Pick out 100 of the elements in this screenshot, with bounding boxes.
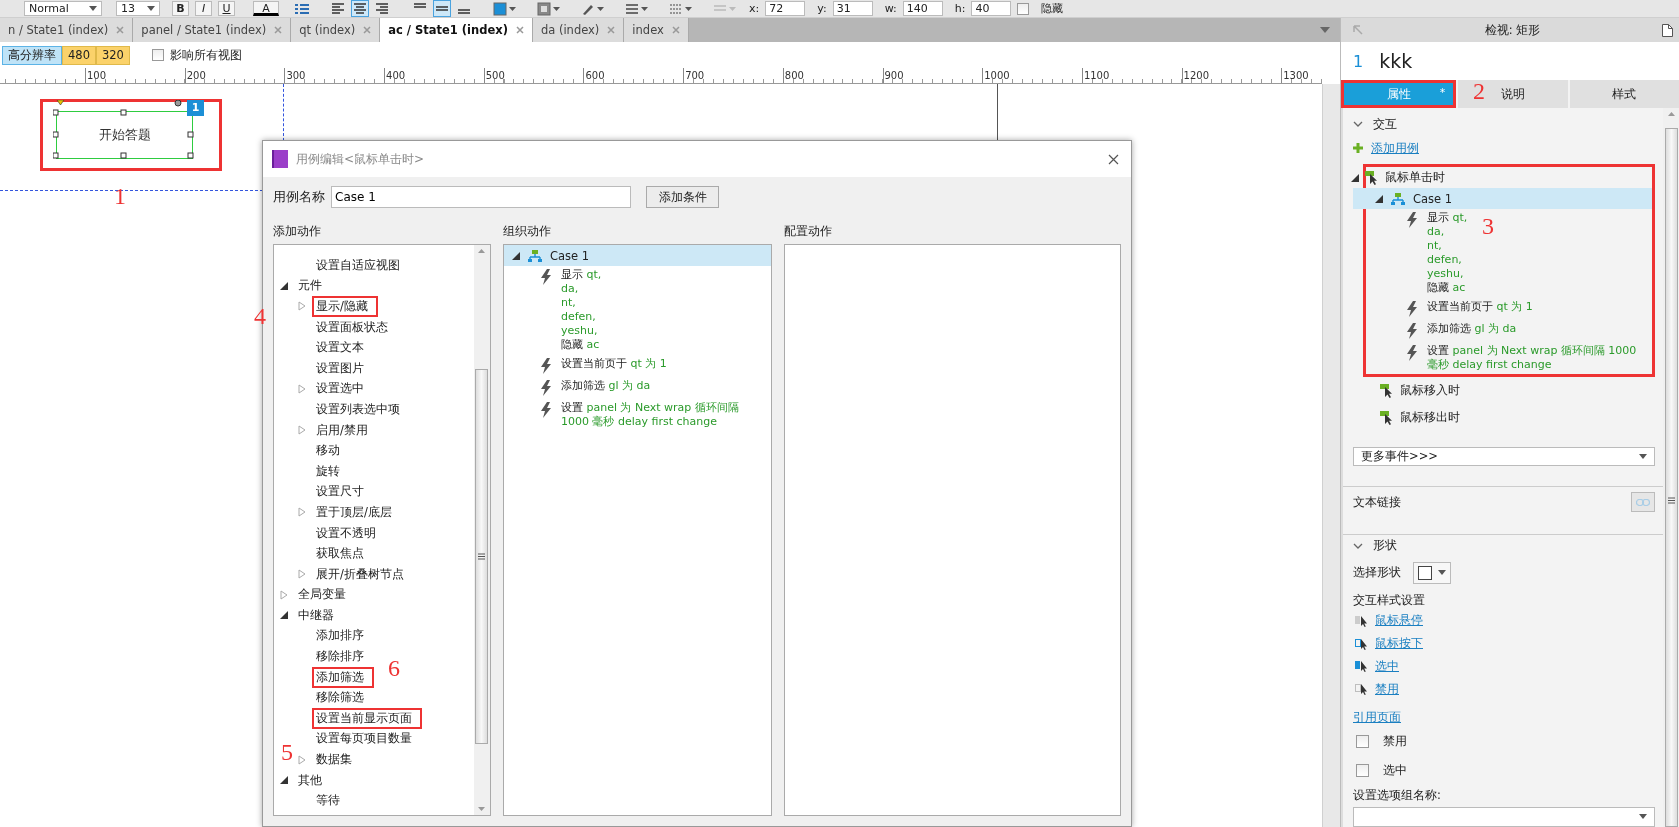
line-style-icon[interactable] <box>669 1 693 16</box>
tree-item[interactable]: 设置面板状态 <box>312 316 392 338</box>
collapsed-triangle-icon[interactable] <box>298 569 306 580</box>
event-label[interactable]: 鼠标移出时 <box>1400 410 1460 426</box>
expanded-triangle-icon[interactable] <box>280 776 288 785</box>
tree-item[interactable]: 展开/折叠树节点 <box>312 563 408 585</box>
align-right-icon[interactable] <box>373 0 391 17</box>
scrollbar-thumb[interactable] <box>475 369 489 744</box>
expanded-triangle-icon[interactable] <box>1351 173 1359 182</box>
x-field[interactable]: 72 <box>765 1 806 16</box>
tree-item[interactable]: 设置不透明 <box>312 522 380 544</box>
tree-item[interactable]: 置于顶层/底层 <box>312 501 396 523</box>
tree-item[interactable]: 数据集 <box>312 749 356 771</box>
tree-item[interactable]: 设置每页项目数量 <box>312 728 416 750</box>
underline-button[interactable]: U <box>218 1 235 16</box>
tab[interactable]: 样式 <box>1569 80 1679 108</box>
scrollbar[interactable] <box>1322 84 1340 827</box>
collapsed-triangle-icon[interactable] <box>298 383 306 394</box>
height-field[interactable]: 40 <box>971 1 1012 16</box>
chevron-down-icon[interactable] <box>1353 542 1363 549</box>
tree-item[interactable]: 显示/隐藏 <box>312 296 378 317</box>
tab[interactable]: da (index) <box>532 18 625 42</box>
checkbox[interactable] <box>151 49 164 61</box>
tab[interactable]: qt (index) <box>291 18 381 42</box>
expanded-triangle-icon[interactable] <box>511 251 520 260</box>
align-left-icon[interactable] <box>329 0 347 17</box>
page-icon[interactable] <box>1662 23 1673 37</box>
tree-item[interactable]: 元件 <box>294 275 326 297</box>
collapsed-triangle-icon[interactable] <box>298 301 306 312</box>
caret-icon[interactable] <box>1320 27 1330 33</box>
collapsed-triangle-icon[interactable] <box>298 425 306 436</box>
checkbox[interactable] <box>1356 763 1369 777</box>
view-button[interactable]: 高分辨率 <box>2 45 62 65</box>
style-link[interactable]: 选中 <box>1375 659 1399 674</box>
tree-item[interactable]: 全局变量 <box>294 584 350 606</box>
tree-item[interactable]: 设置列表选中项 <box>312 398 404 420</box>
fill-color-icon[interactable] <box>493 1 517 16</box>
event-label[interactable]: 鼠标单击时 <box>1385 170 1445 186</box>
reference-page-link[interactable]: 引用页面 <box>1353 709 1401 727</box>
tree-item[interactable]: 中继器 <box>294 604 338 626</box>
scroll-up-icon[interactable] <box>478 249 486 253</box>
view-button[interactable]: 320 <box>95 45 130 65</box>
expanded-triangle-icon[interactable] <box>280 611 288 620</box>
collapsed-triangle-icon[interactable] <box>298 507 306 518</box>
style-dropdown[interactable]: Normal <box>24 1 102 16</box>
align-center-icon[interactable] <box>351 0 369 17</box>
case-row[interactable]: Case 1 <box>503 245 771 266</box>
more-events-dropdown[interactable]: 更多事件>>> <box>1353 447 1655 466</box>
tree-item[interactable]: 设置选中 <box>312 378 368 400</box>
collapsed-triangle-icon[interactable] <box>280 589 288 600</box>
bold-button[interactable]: B <box>172 1 189 16</box>
font-size-dropdown[interactable]: 13 <box>116 1 160 16</box>
tree-item[interactable]: 设置图片 <box>312 357 368 379</box>
expanded-triangle-icon[interactable] <box>280 281 288 290</box>
tab[interactable]: panel / State1 (index) <box>133 18 292 42</box>
add-case-link[interactable]: 添加用例 <box>1371 140 1419 156</box>
checkbox[interactable] <box>1017 2 1030 15</box>
tree-item[interactable]: 移动 <box>312 440 344 462</box>
tree-item[interactable]: 旋转 <box>312 460 344 482</box>
shape-dropdown[interactable] <box>1413 561 1451 584</box>
tree-item[interactable]: 等待 <box>312 790 344 812</box>
tree-item[interactable]: 获取焦点 <box>312 543 368 565</box>
tab[interactable]: index <box>624 18 689 42</box>
expanded-triangle-icon[interactable] <box>1375 194 1383 203</box>
view-button[interactable]: 480 <box>62 45 96 65</box>
link-button[interactable] <box>1631 492 1655 513</box>
case-row[interactable]: Case 1 <box>1353 188 1652 210</box>
style-link[interactable]: 鼠标按下 <box>1375 636 1423 652</box>
style-link[interactable]: 禁用 <box>1375 681 1399 697</box>
add-condition-button[interactable]: 添加条件 <box>646 186 719 208</box>
case-name-field[interactable]: Case 1 <box>331 186 631 208</box>
close-icon[interactable] <box>1108 153 1119 165</box>
list-icon[interactable] <box>295 2 309 15</box>
tree-item[interactable]: 其他 <box>294 769 326 791</box>
scrollbar[interactable] <box>473 245 490 815</box>
tab[interactable]: n / State1 (index) <box>0 18 134 42</box>
checkbox[interactable] <box>1356 735 1369 749</box>
event-label[interactable]: 鼠标移入时 <box>1400 383 1460 399</box>
style-link[interactable]: 鼠标悬停 <box>1375 613 1423 629</box>
align-middle-icon[interactable] <box>433 0 451 17</box>
y-field[interactable]: 31 <box>832 1 873 16</box>
width-field[interactable]: 140 <box>902 1 943 16</box>
scroll-up-icon[interactable] <box>1667 112 1675 116</box>
tree-item[interactable]: 设置自适应视图 <box>312 254 404 276</box>
italic-button[interactable]: I <box>195 1 212 16</box>
border-color-icon[interactable] <box>537 1 561 16</box>
tree-item[interactable]: 启用/禁用 <box>312 419 372 441</box>
collapsed-triangle-icon[interactable] <box>298 754 306 765</box>
tab[interactable]: ac / State1 (index) <box>380 18 533 42</box>
chevron-down-icon[interactable] <box>1353 121 1363 128</box>
tree-item[interactable]: 设置文本 <box>312 337 368 359</box>
rectangle-widget[interactable]: 开始答题 <box>56 111 193 159</box>
tree-item[interactable]: 设置当前显示页面 <box>312 707 422 729</box>
line-weight-icon[interactable] <box>625 1 649 16</box>
tree-item[interactable]: 添加排序 <box>312 625 368 647</box>
collapse-arrow-icon[interactable] <box>1353 25 1363 35</box>
group-name-dropdown[interactable] <box>1353 806 1655 827</box>
tree-item[interactable]: 添加筛选 <box>312 666 374 688</box>
tree-item[interactable]: 移除筛选 <box>312 687 368 709</box>
scroll-down-icon[interactable] <box>478 807 486 811</box>
